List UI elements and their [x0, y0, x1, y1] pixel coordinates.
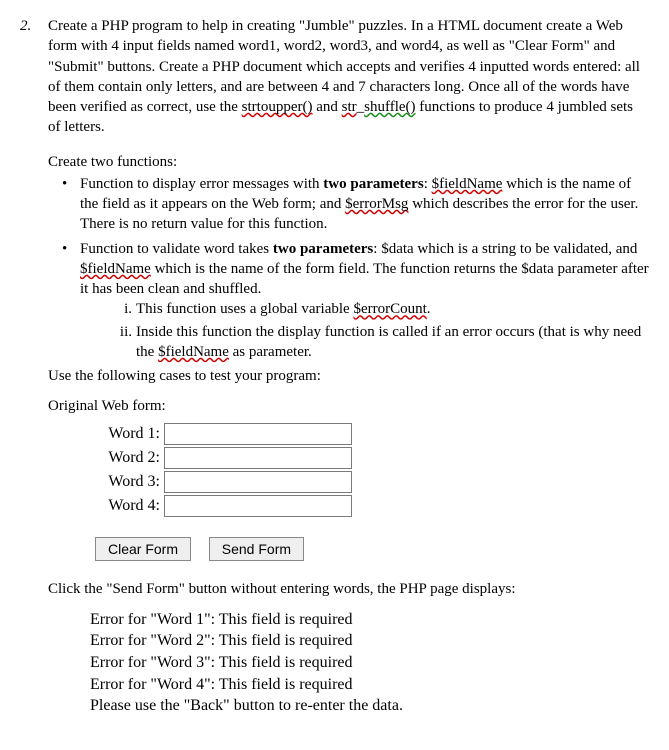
r1-c: .	[427, 301, 431, 317]
b2-fieldname: $fieldName	[80, 261, 151, 277]
r2-c: as parameter.	[229, 344, 312, 360]
r2-fieldname: $fieldName	[158, 344, 229, 360]
bullet-1: Function to display error messages with …	[80, 174, 649, 235]
b1-c: :	[424, 176, 432, 192]
question-root: 2. Create a PHP program to help in creat…	[20, 16, 649, 148]
intro-text-2: and	[312, 99, 341, 115]
click-send-text: Click the "Send Form" button without ent…	[48, 579, 649, 599]
send-form-button[interactable]: Send Form	[209, 537, 304, 561]
r1-a: This function uses a global variable	[136, 301, 353, 317]
question-number: 2.	[20, 16, 48, 148]
question-body: Create a PHP program to help in creating…	[48, 16, 649, 148]
b2-c: : $data which is a string to be validate…	[373, 241, 637, 257]
input-word4[interactable]	[164, 495, 352, 517]
roman-list: i. This function uses a global variable …	[80, 299, 649, 362]
b2-e: which is the name of the form field. The…	[80, 261, 649, 297]
b1-fieldname: $fieldName	[432, 176, 503, 192]
input-word3[interactable]	[164, 471, 352, 493]
button-row: Clear Form Send Form	[95, 537, 649, 561]
error-line-3: Error for "Word 3": This field is requir…	[90, 652, 649, 674]
original-form-label: Original Web form:	[48, 396, 649, 416]
create-two-functions: Create two functions:	[48, 152, 649, 172]
roman-1: i. This function uses a global variable …	[110, 299, 649, 319]
bullet-2: Function to validate word takes two para…	[80, 239, 649, 363]
input-word2[interactable]	[164, 447, 352, 469]
error-line-4: Error for "Word 4": This field is requir…	[90, 674, 649, 696]
label-word3: Word 3:	[90, 471, 160, 493]
row-word1: Word 1:	[90, 423, 649, 445]
r1-errorcount: $errorCount	[353, 301, 426, 317]
label-word2: Word 2:	[90, 447, 160, 469]
fn-shuffle: shuffle()	[364, 99, 415, 115]
b2-a: Function to validate word takes	[80, 241, 273, 257]
roman-2: ii. Inside this function the display fun…	[110, 322, 649, 363]
error-back: Please use the "Back" button to re-enter…	[90, 695, 649, 717]
fn-str: str	[342, 99, 357, 115]
error-output: Error for "Word 1": This field is requir…	[90, 609, 649, 717]
clear-form-button[interactable]: Clear Form	[95, 537, 191, 561]
row-word3: Word 3:	[90, 471, 649, 493]
roman-1-num: i.	[110, 299, 132, 319]
b2-b: two parameters	[273, 241, 373, 257]
label-word4: Word 4:	[90, 495, 160, 517]
row-word2: Word 2:	[90, 447, 649, 469]
b1-errormsg: $errorMsg	[345, 196, 408, 212]
error-line-2: Error for "Word 2": This field is requir…	[90, 630, 649, 652]
roman-2-num: ii.	[110, 322, 132, 342]
row-word4: Word 4:	[90, 495, 649, 517]
input-word1[interactable]	[164, 423, 352, 445]
label-word1: Word 1:	[90, 423, 160, 445]
web-form: Word 1: Word 2: Word 3: Word 4: Clear Fo…	[90, 423, 649, 561]
b1-a: Function to display error messages with	[80, 176, 323, 192]
use-cases: Use the following cases to test your pro…	[48, 366, 649, 386]
bullet-list: Function to display error messages with …	[20, 174, 649, 362]
fn-strtoupper: strtoupper()	[242, 99, 313, 115]
b1-b: two parameters	[323, 176, 423, 192]
error-line-1: Error for "Word 1": This field is requir…	[90, 609, 649, 631]
intro-paragraph: Create a PHP program to help in creating…	[48, 16, 649, 138]
